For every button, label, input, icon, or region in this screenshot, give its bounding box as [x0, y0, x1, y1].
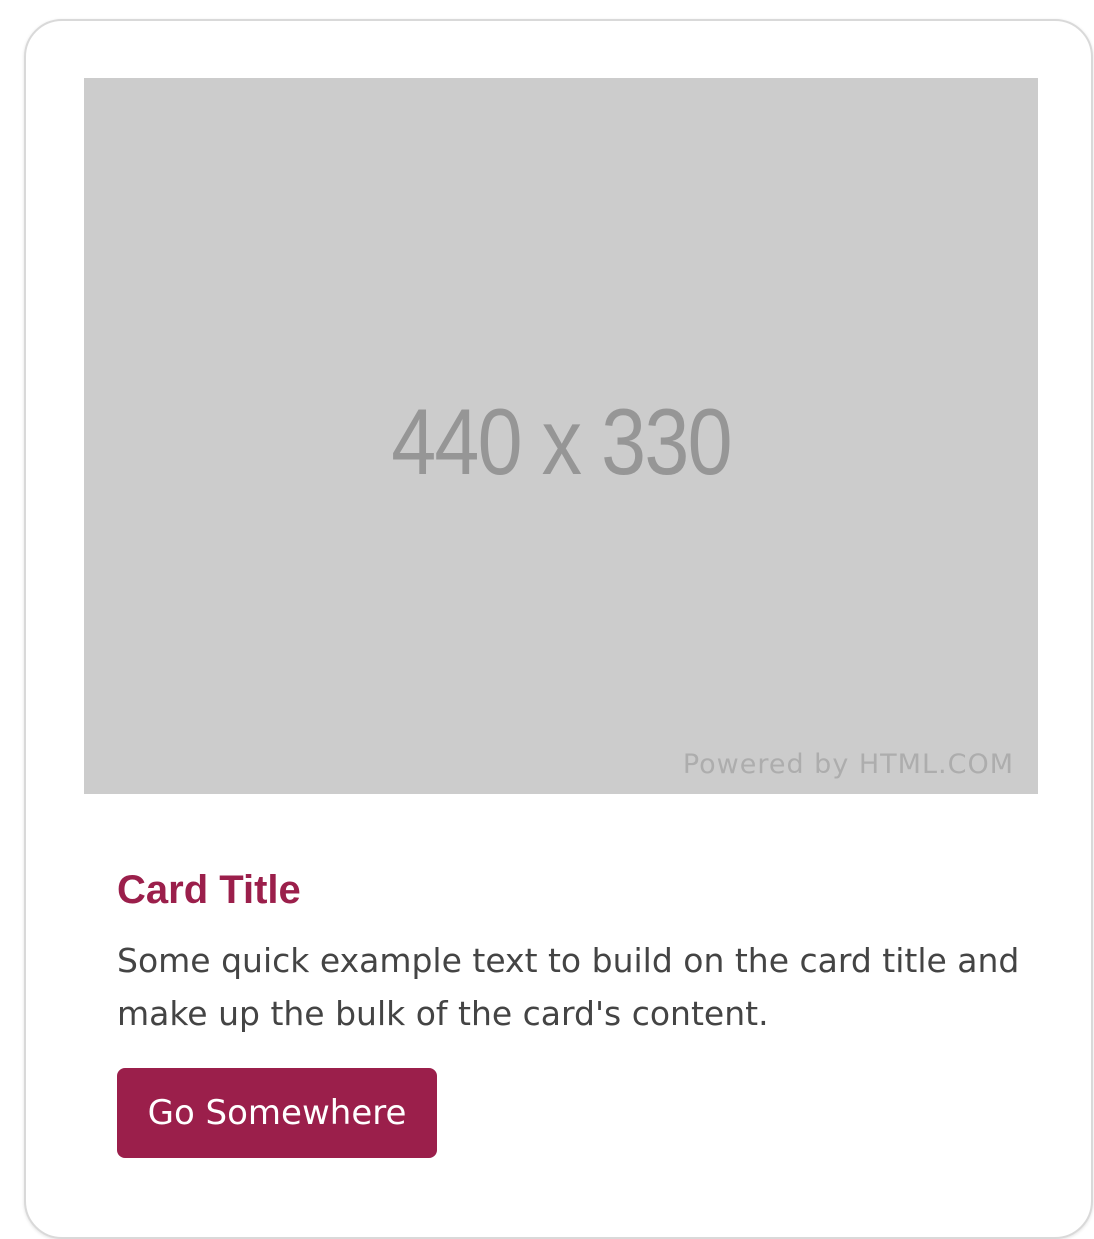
card-body: Card Title Some quick example text to bu…: [117, 866, 1037, 1158]
card-image-placeholder: 440 x 330 Powered by HTML.COM: [84, 78, 1038, 794]
card-title: Card Title: [117, 868, 301, 912]
image-dimensions-label: 440 x 330: [391, 389, 732, 494]
card-text: Some quick example text to build on the …: [117, 941, 1020, 1033]
image-credit-label: Powered by HTML.COM: [682, 749, 1014, 780]
card: 440 x 330 Powered by HTML.COM Card Title…: [24, 19, 1093, 1239]
go-somewhere-button[interactable]: Go Somewhere: [117, 1068, 437, 1158]
